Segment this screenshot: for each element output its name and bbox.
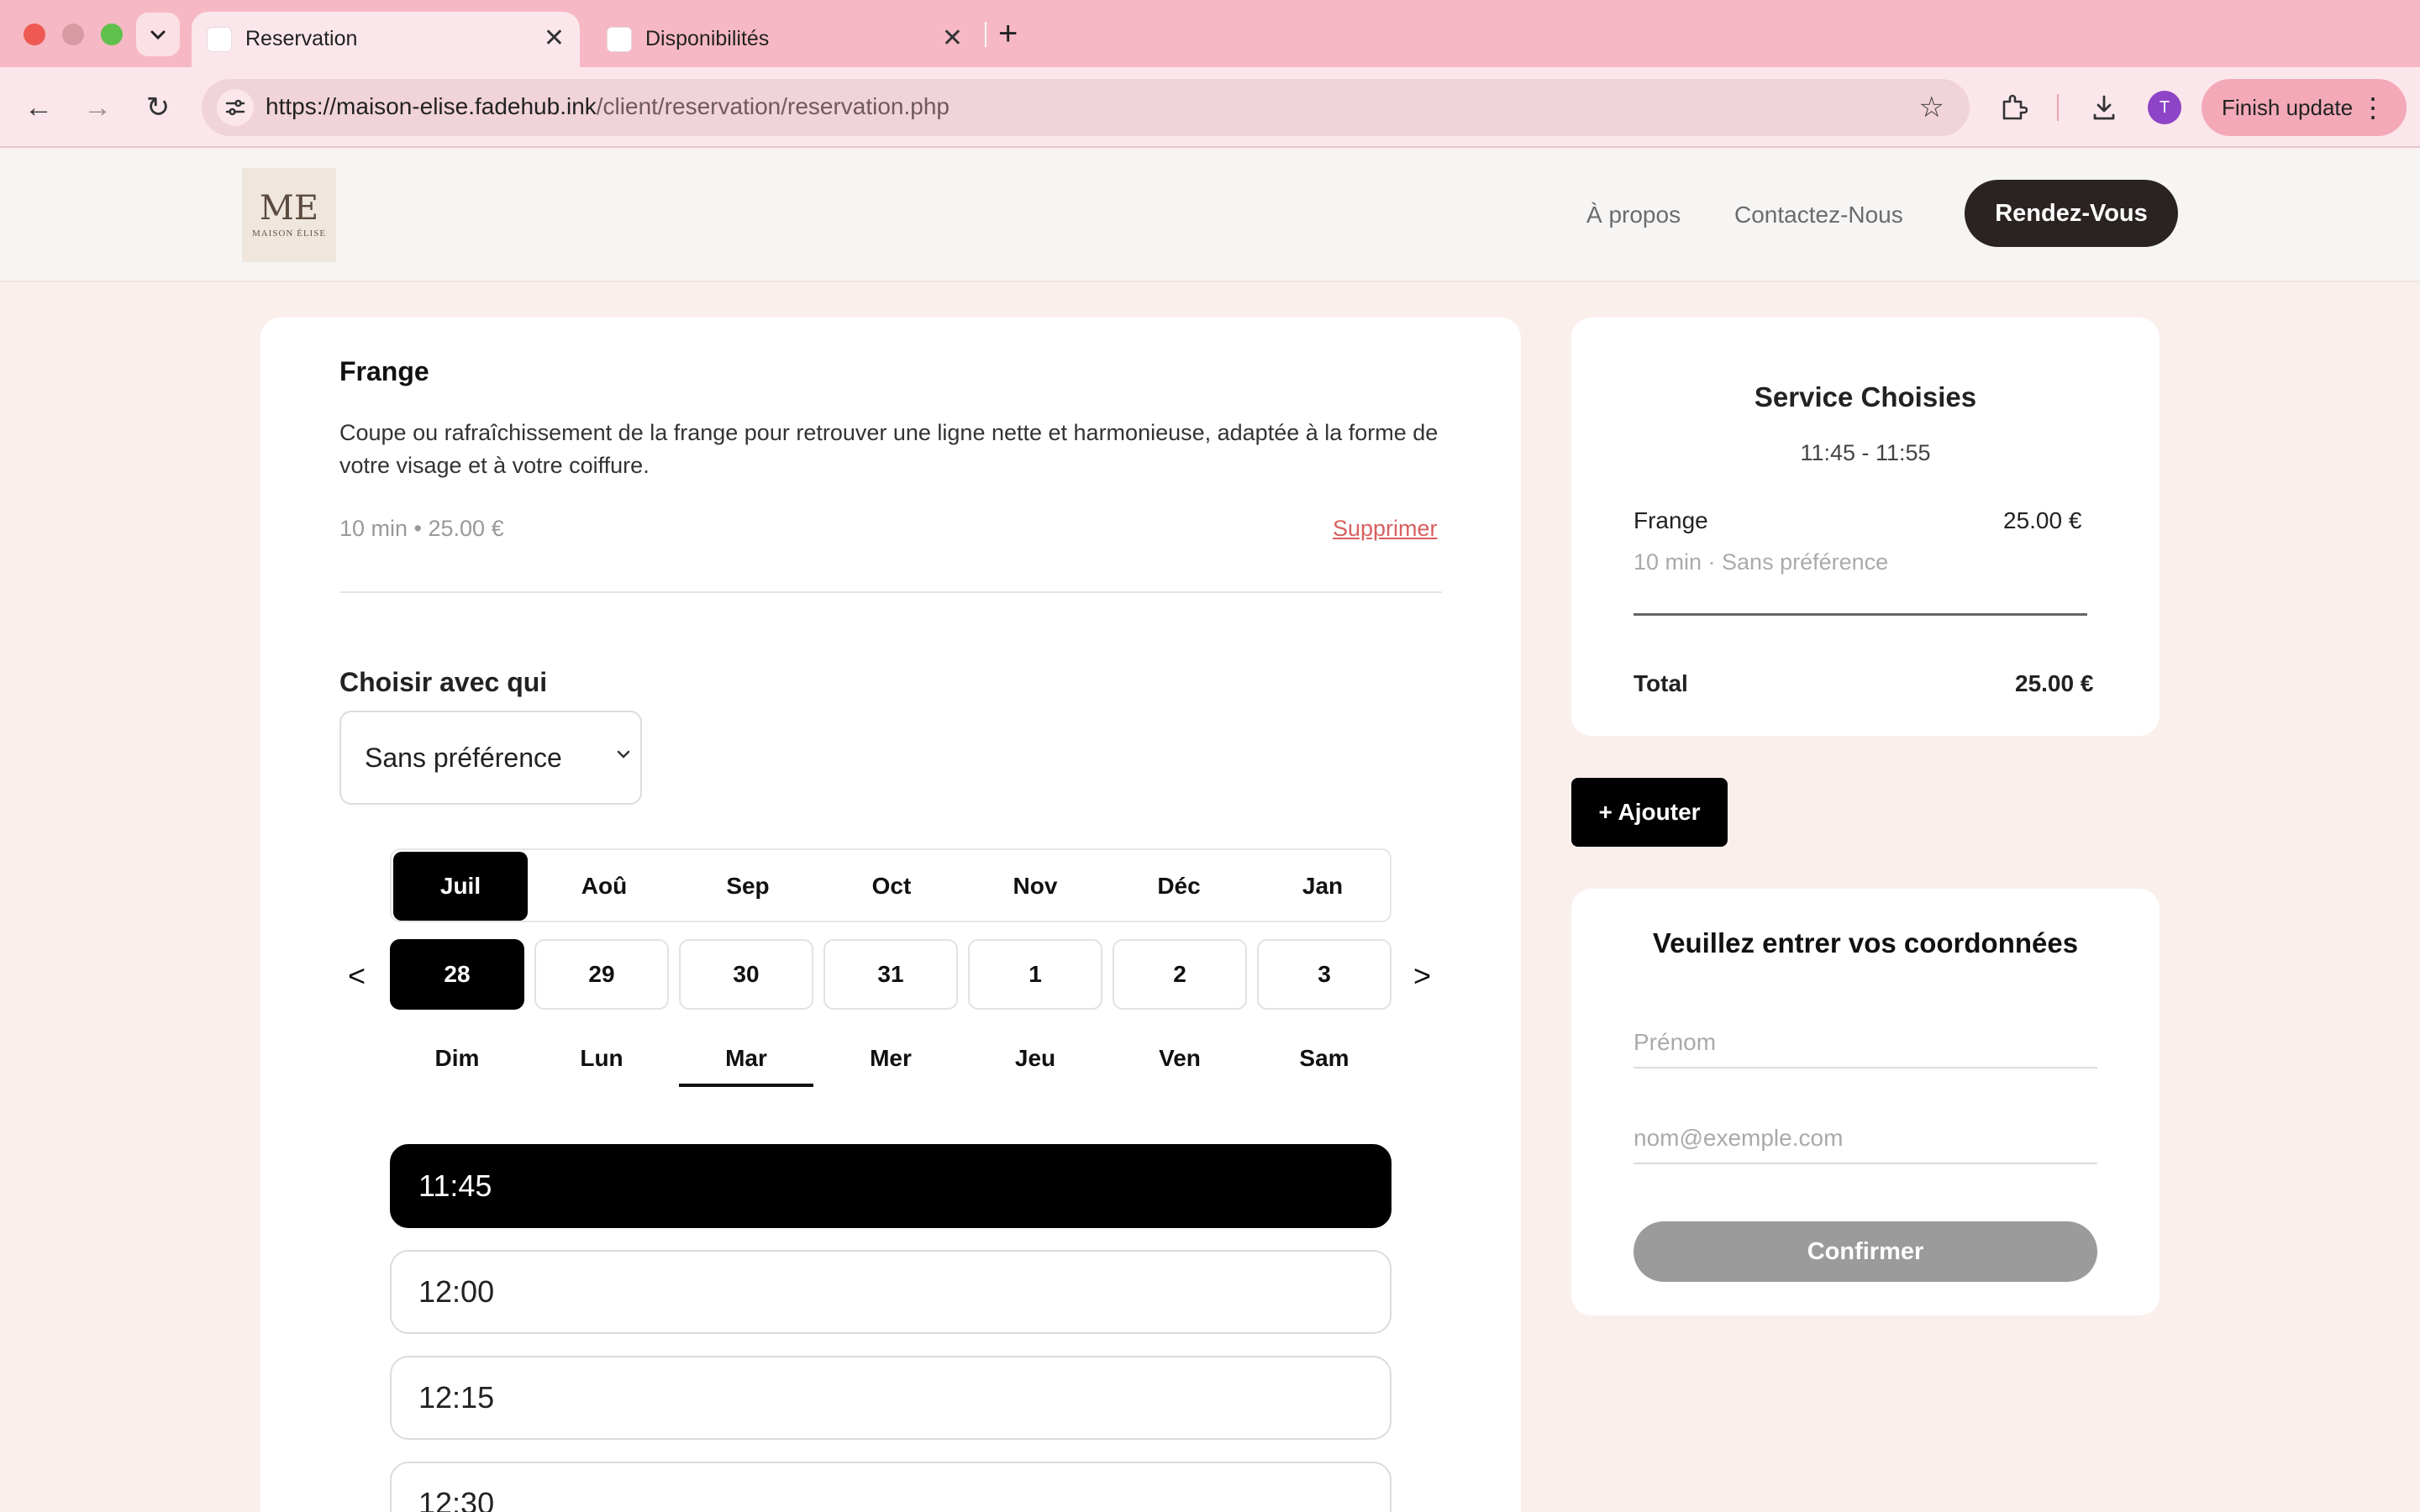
tab-separator (985, 22, 986, 47)
logo-monogram: ME (259, 189, 319, 228)
email-field[interactable]: nom@exemple.com (1634, 1114, 2097, 1164)
time-slot[interactable]: 12:30 (390, 1462, 1392, 1512)
weekday-label: Mer (870, 1045, 912, 1071)
month-tab[interactable]: Oct (824, 852, 959, 921)
service-description: Coupe ou rafraîchissement de la frange p… (339, 420, 1439, 478)
day-button[interactable]: 31 (823, 939, 958, 1010)
weekday-label: Ven (1159, 1045, 1201, 1071)
nav-about-link[interactable]: À propos (1586, 202, 1681, 228)
month-tab[interactable]: Aoû (537, 852, 671, 921)
summary-total-label: Total (1634, 670, 1688, 696)
nav-contact-link[interactable]: Contactez-Nous (1734, 202, 1903, 228)
staff-select[interactable]: Sans préférence (339, 711, 642, 805)
tab-search-button[interactable] (136, 13, 180, 56)
summary-title: Service Choisies (1754, 381, 1977, 412)
day-button[interactable]: 3 (1257, 939, 1392, 1010)
summary-total-value: 25.00 € (2015, 670, 2094, 696)
favicon-icon (207, 27, 232, 52)
month-tab[interactable]: Déc (1112, 852, 1246, 921)
summary-item-name: Frange (1634, 507, 1708, 533)
url-text: https://maison-elise.fadehub.ink/client/… (266, 93, 950, 120)
forward-icon[interactable]: → (77, 87, 118, 128)
new-tab-icon[interactable]: + (998, 13, 1018, 54)
close-tab-icon[interactable]: ✕ (942, 24, 963, 54)
month-tab[interactable]: Sep (681, 852, 815, 921)
time-slot[interactable]: 11:45 (390, 1144, 1392, 1228)
toolbar-divider (2057, 94, 2059, 121)
delete-service-link[interactable]: Supprimer (1333, 516, 1438, 542)
tab-disponibilites[interactable]: Disponibilités ✕ (592, 12, 978, 67)
staff-select-value: Sans préférence (365, 742, 562, 773)
weekday-label: Sam (1299, 1045, 1349, 1071)
weekday-underline (679, 1084, 813, 1087)
tab-reservation[interactable]: Reservation ✕ (192, 12, 580, 67)
rendez-vous-button[interactable]: Rendez-Vous (1965, 180, 2178, 247)
service-meta: 10 min • 25.00 € (339, 516, 504, 541)
summary-item-price: 25.00 € (2003, 507, 2082, 533)
maximize-window-button[interactable] (101, 24, 123, 45)
service-title: Frange (339, 356, 429, 386)
site-settings-icon[interactable] (217, 89, 254, 126)
url-path: /client/reservation/reservation.php (596, 93, 950, 119)
extensions-icon[interactable] (1995, 89, 2032, 126)
chevron-down-icon (150, 30, 166, 40)
month-tab[interactable]: Juil (393, 852, 528, 921)
address-bar[interactable]: https://maison-elise.fadehub.ink/client/… (202, 79, 1970, 136)
site-logo[interactable]: ME MAISON ÉLISE (242, 168, 336, 262)
form-title: Veuillez entrer vos coordonnées (1652, 927, 2079, 958)
prev-week-button[interactable]: < (348, 959, 366, 993)
chevron-down-icon (615, 743, 632, 769)
summary-item-details: 10 min · Sans préférence (1634, 549, 1889, 575)
profile-avatar[interactable]: T (2148, 91, 2181, 124)
month-tab[interactable]: Nov (968, 852, 1102, 921)
divider (339, 591, 1442, 593)
back-icon[interactable]: ← (18, 87, 59, 128)
tab-title: Disponibilités (645, 27, 770, 50)
summary-divider (1634, 613, 2087, 616)
email-placeholder: nom@exemple.com (1634, 1125, 1844, 1151)
month-tab[interactable]: Jan (1255, 852, 1390, 921)
weekday-label: Dim (434, 1045, 480, 1071)
weekday-label: Lun (580, 1045, 623, 1071)
download-icon[interactable] (2086, 89, 2123, 126)
url-host: https://maison-elise.fadehub.ink (266, 93, 597, 119)
day-button[interactable]: 2 (1113, 939, 1247, 1010)
more-menu-icon[interactable]: ⋮ (2360, 91, 2386, 124)
day-button[interactable]: 30 (679, 939, 813, 1010)
add-service-button[interactable]: + Ajouter (1571, 778, 1728, 847)
confirm-button[interactable]: Confirmer (1634, 1221, 2097, 1282)
weekday-label: Jeu (1014, 1045, 1056, 1071)
first-name-placeholder: Prénom (1634, 1029, 1717, 1055)
next-week-button[interactable]: > (1413, 959, 1431, 993)
time-slot[interactable]: 12:00 (390, 1250, 1392, 1334)
finish-update-label: Finish update (2222, 94, 2354, 120)
close-window-button[interactable] (24, 24, 45, 45)
finish-update-button[interactable]: Finish update ⋮ (2202, 79, 2407, 136)
bookmark-star-icon[interactable]: ☆ (1919, 91, 1944, 124)
first-name-field[interactable]: Prénom (1634, 1018, 2097, 1068)
weekday-label: Mar (725, 1045, 767, 1071)
staff-label: Choisir avec qui (339, 667, 548, 697)
time-slot[interactable]: 12:15 (390, 1356, 1392, 1440)
summary-time: 11:45 - 11:55 (1800, 440, 1931, 465)
logo-name: MAISON ÉLISE (251, 228, 327, 239)
day-button[interactable]: 28 (390, 939, 524, 1010)
favicon-icon (607, 27, 632, 52)
reload-icon[interactable]: ↻ (138, 87, 178, 128)
close-tab-icon[interactable]: ✕ (544, 24, 565, 54)
tab-title: Reservation (245, 27, 358, 50)
day-button[interactable]: 1 (968, 939, 1102, 1010)
day-button[interactable]: 29 (534, 939, 669, 1010)
minimize-window-button[interactable] (62, 24, 84, 45)
month-selector: Juil Aoû Sep Oct Nov Déc Jan (390, 848, 1392, 922)
